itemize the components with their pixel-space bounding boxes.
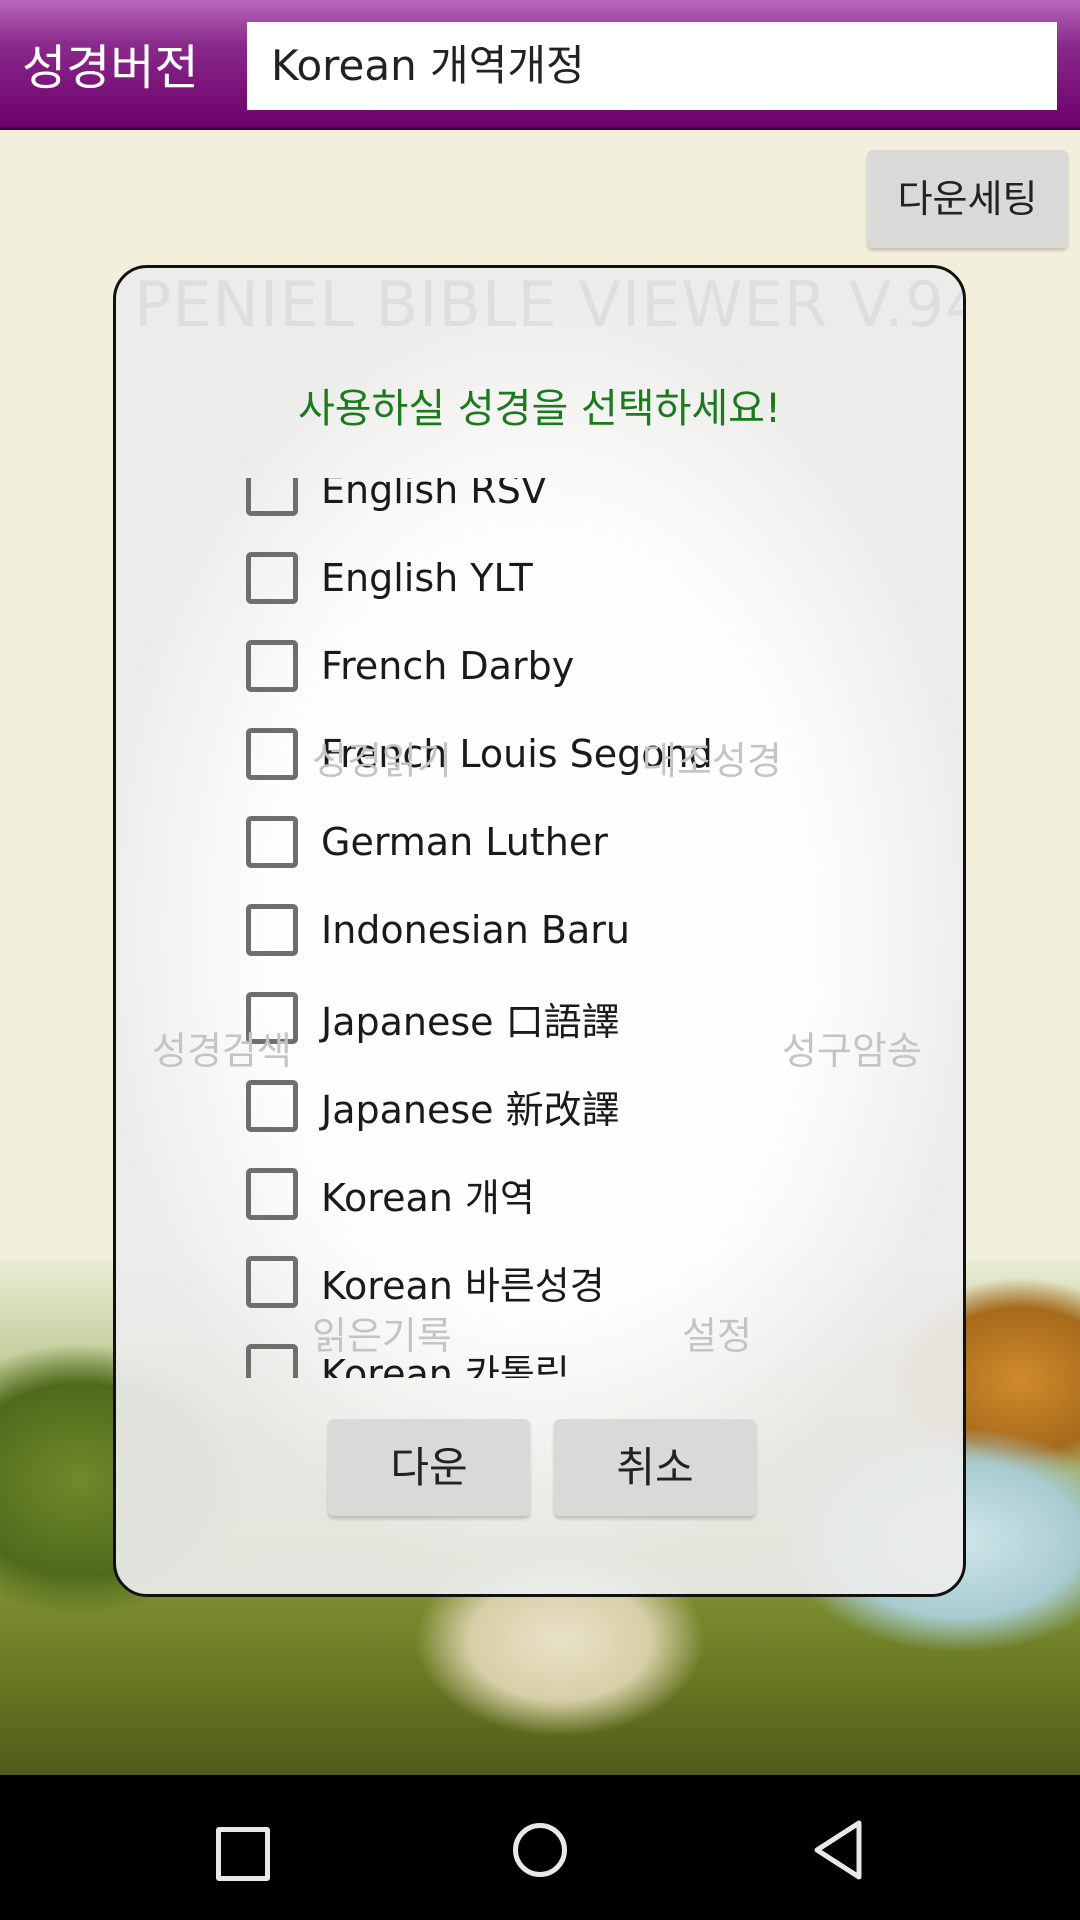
home-icon[interactable] [505, 1815, 575, 1885]
checkbox[interactable] [246, 478, 298, 516]
list-item[interactable]: English RSV [246, 478, 547, 534]
back-icon[interactable] [805, 1815, 875, 1885]
bible-version-field[interactable]: Korean 개역개정 [247, 22, 1057, 110]
list-item[interactable]: Korean 카톨릭 [246, 1326, 570, 1378]
list-item[interactable]: Japanese 新改譯 [246, 1062, 620, 1150]
dialog-title: 사용하실 성경을 선택하세요! [297, 386, 782, 432]
checkbox[interactable] [246, 1344, 298, 1378]
system-nav-bar [0, 1775, 1080, 1920]
list-item[interactable]: Korean 바른성경 [246, 1238, 605, 1326]
bible-select-dialog: PENIEL BIBLE VIEWER V.94 사용하실 성경을 선택하세요!… [113, 265, 966, 1597]
list-item[interactable]: Korean 개역 [246, 1150, 535, 1238]
list-item[interactable]: Japanese 口語譯 [246, 974, 620, 1062]
download-button[interactable]: 다운 [328, 1419, 530, 1516]
header-title: 성경버전 [22, 40, 199, 96]
checkbox[interactable] [246, 992, 298, 1044]
recent-apps-icon[interactable] [206, 1815, 276, 1885]
checkbox[interactable] [246, 552, 298, 604]
cancel-button[interactable]: 취소 [554, 1419, 756, 1516]
list-item[interactable]: French Louis Segond [246, 710, 713, 798]
checkbox[interactable] [246, 1168, 298, 1220]
checkbox[interactable] [246, 816, 298, 868]
checkbox[interactable] [246, 904, 298, 956]
checkbox[interactable] [246, 1080, 298, 1132]
app-header: 성경버전 Korean 개역개정 [0, 0, 1080, 130]
download-settings-button[interactable]: 다운세팅 [867, 150, 1068, 248]
bible-list[interactable]: English RSV English YLT French Darby Fre… [116, 478, 963, 1378]
checkbox[interactable] [246, 728, 298, 780]
list-item[interactable]: Indonesian Baru [246, 886, 630, 974]
checkbox[interactable] [246, 1256, 298, 1308]
list-item[interactable]: English YLT [246, 534, 533, 622]
list-item[interactable]: German Luther [246, 798, 608, 886]
list-item[interactable]: French Darby [246, 622, 574, 710]
checkbox[interactable] [246, 640, 298, 692]
app-watermark: PENIEL BIBLE VIEWER V.94 [134, 268, 966, 341]
